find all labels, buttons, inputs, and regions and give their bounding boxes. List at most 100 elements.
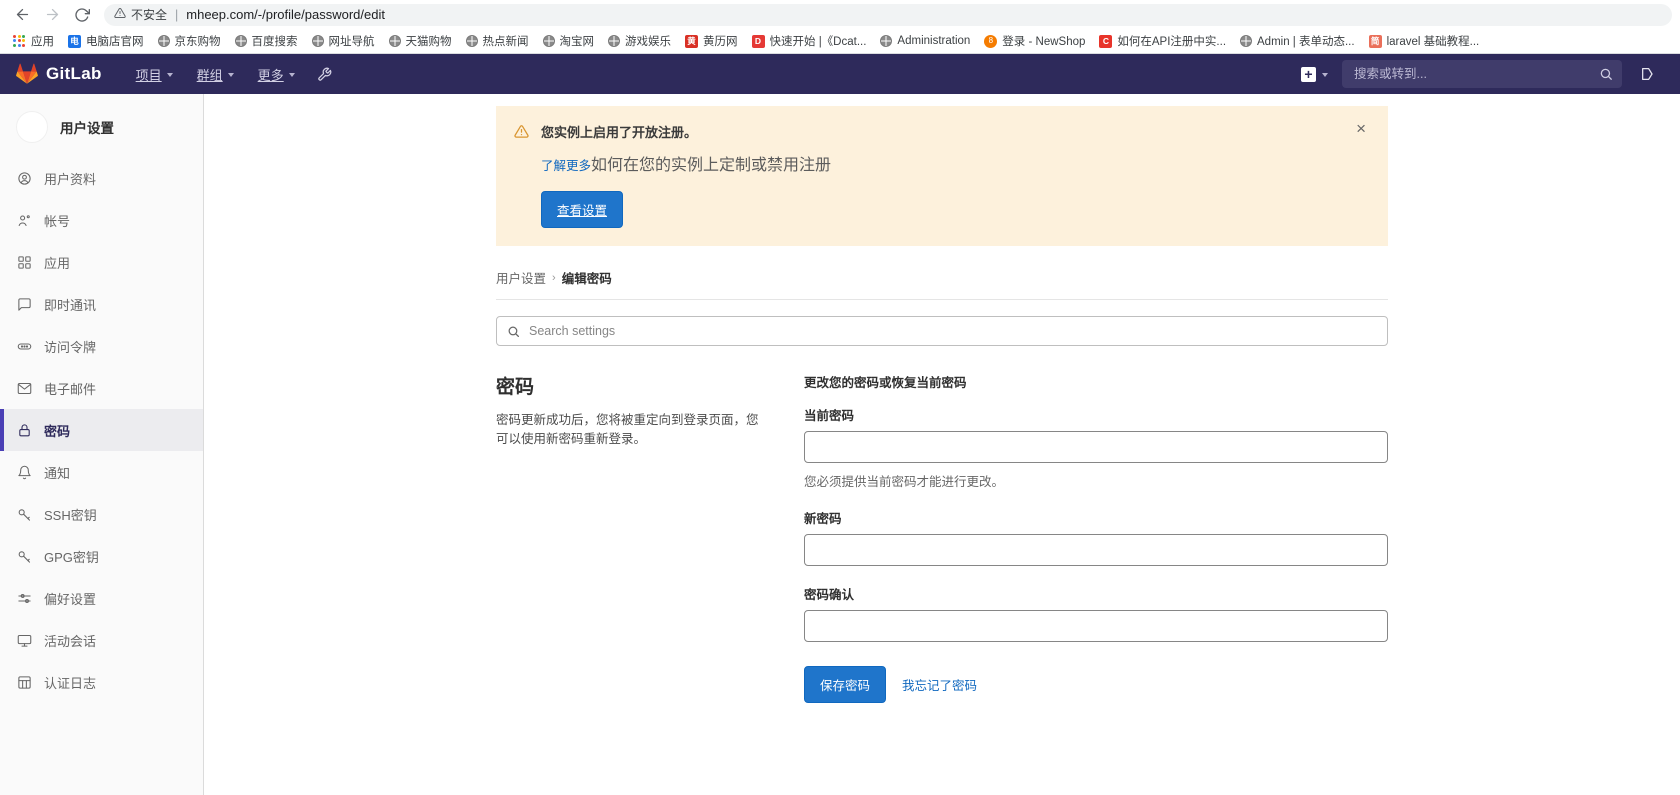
bookmark-item[interactable]: 天猫购物 bbox=[382, 31, 459, 51]
sidebar-item-5[interactable]: 电子邮件 bbox=[0, 367, 203, 409]
forward-arrow-icon[interactable] bbox=[38, 1, 66, 29]
bookmark-item[interactable]: 简 laravel 基础教程... bbox=[1362, 31, 1487, 51]
sidebar-item-0[interactable]: 用户资料 bbox=[0, 157, 203, 199]
reload-icon[interactable] bbox=[68, 1, 96, 29]
bookmark-label: 天猫购物 bbox=[405, 36, 452, 48]
bookmark-label: Admin | 表单动态... bbox=[1257, 36, 1355, 48]
sidebar-item-3[interactable]: 即时通讯 bbox=[0, 283, 203, 325]
bookmark-item[interactable]: Admin | 表单动态... bbox=[1233, 31, 1362, 51]
settings-search-box[interactable] bbox=[496, 316, 1388, 346]
field-group: 密码确认 bbox=[804, 584, 1388, 642]
form-actions: 保存密码 我忘记了密码 bbox=[804, 666, 1388, 703]
bookmark-label: 百度搜索 bbox=[251, 36, 298, 48]
current-password-field[interactable] bbox=[804, 431, 1388, 463]
globe-icon bbox=[388, 35, 401, 47]
applications-grid-icon bbox=[16, 254, 32, 270]
chevron-down-icon bbox=[288, 72, 295, 77]
back-arrow-icon[interactable] bbox=[8, 1, 36, 29]
global-search-input[interactable] bbox=[1352, 66, 1612, 82]
chevron-down-icon bbox=[227, 72, 234, 77]
alert-learn-more-link[interactable]: 了解更多 bbox=[541, 159, 591, 173]
gitlab-navbar: GitLab 项目 群组 更多 + bbox=[0, 54, 1680, 94]
bookmark-label: 登录 - NewShop bbox=[1002, 36, 1086, 48]
password-fields: 当前密码 您必须提供当前密码才能进行更改。 新密码 密码确认 bbox=[804, 405, 1388, 642]
site-icon-newshop: 8 bbox=[984, 34, 998, 48]
bookmark-item[interactable]: 热点新闻 bbox=[459, 31, 536, 51]
bookmark-item[interactable]: C 如何在API注册中实... bbox=[1092, 31, 1233, 51]
sidebar-item-1[interactable]: 帐号 bbox=[0, 199, 203, 241]
lock-icon bbox=[16, 422, 32, 438]
save-password-button[interactable]: 保存密码 bbox=[804, 666, 887, 703]
view-settings-button[interactable]: 查看设置 bbox=[541, 191, 624, 228]
bookmark-label: Administration bbox=[897, 35, 971, 47]
sidebar-item-9[interactable]: GPG密钥 bbox=[0, 535, 203, 577]
key-icon bbox=[16, 548, 32, 564]
site-icon-dcat: D bbox=[751, 34, 765, 48]
bookmark-item[interactable]: 京东购物 bbox=[151, 31, 228, 51]
nav-groups[interactable]: 群组 bbox=[185, 57, 246, 92]
bookmark-label: 淘宝网 bbox=[559, 36, 595, 48]
sidebar-item-11[interactable]: 活动会话 bbox=[0, 619, 203, 661]
sidebar-item-7[interactable]: 通知 bbox=[0, 451, 203, 493]
sidebar-item-2[interactable]: 应用 bbox=[0, 241, 203, 283]
bookmark-item[interactable]: 游戏娱乐 bbox=[601, 31, 678, 51]
site-icon-jianshu: 简 bbox=[1368, 34, 1382, 48]
new-item-dropdown[interactable]: + bbox=[1293, 61, 1336, 88]
omnibox[interactable]: 不安全 | mheep.com/-/profile/password/edit bbox=[104, 3, 1672, 26]
log-list-icon bbox=[16, 674, 32, 690]
site-icon-csdn: C bbox=[1099, 34, 1113, 48]
bookmark-item[interactable]: 网址导航 bbox=[305, 31, 382, 51]
sidebar-item-label: 访问令牌 bbox=[44, 339, 97, 355]
wrench-icon[interactable] bbox=[307, 59, 342, 90]
bookmark-item[interactable]: 黄黄历网 bbox=[678, 31, 745, 51]
forgot-password-link[interactable]: 我忘记了密码 bbox=[902, 675, 977, 694]
new-password-field[interactable] bbox=[804, 534, 1388, 566]
merge-request-icon[interactable] bbox=[1632, 59, 1664, 89]
envelope-icon bbox=[16, 380, 32, 396]
breadcrumb-parent-link[interactable]: 用户设置 bbox=[496, 268, 546, 287]
app-body: 用户设置 用户资料 帐号 应用 即时通讯 访问令牌 电子邮件 密码 通知 SSH密钥 GPG密钥偏… bbox=[0, 94, 1680, 795]
account-gear-icon bbox=[16, 212, 32, 228]
section-description: 密码更新成功后，您将被重定向到登录页面，您可以使用新密码重新登录。 bbox=[496, 413, 759, 447]
settings-sidebar: 用户设置 用户资料 帐号 应用 即时通讯 访问令牌 电子邮件 密码 通知 SSH密钥 GPG密钥偏… bbox=[0, 94, 204, 795]
sidebar-item-4[interactable]: 访问令牌 bbox=[0, 325, 203, 367]
globe-icon bbox=[465, 35, 478, 47]
sidebar-item-6[interactable]: 密码 bbox=[0, 409, 203, 451]
main-content: 您实例上启用了开放注册。 了解更多如何在您的实例上定制或禁用注册 查看设置 × … bbox=[204, 94, 1680, 795]
globe-icon bbox=[157, 35, 170, 47]
sidebar-item-12[interactable]: 认证日志 bbox=[0, 661, 203, 703]
nav-more[interactable]: 更多 bbox=[246, 57, 307, 92]
nav-projects[interactable]: 项目 bbox=[124, 57, 185, 92]
bookmark-item[interactable]: 百度搜索 bbox=[228, 31, 305, 51]
bookmark-label: 如何在API注册中实... bbox=[1117, 36, 1227, 48]
bookmark-label: laravel 基础教程... bbox=[1386, 36, 1480, 48]
settings-search-input[interactable] bbox=[527, 323, 1377, 339]
bookmark-item[interactable]: 淘宝网 bbox=[536, 31, 602, 51]
alert-title: 您实例上启用了开放注册。 bbox=[541, 125, 698, 140]
breadcrumb: 用户设置 › 编辑密码 bbox=[496, 260, 1388, 300]
bookmark-item[interactable]: Administration bbox=[873, 33, 977, 49]
sidebar-item-10[interactable]: 偏好设置 bbox=[0, 577, 203, 619]
monitor-icon bbox=[16, 632, 32, 648]
navbar-links: 项目 群组 更多 bbox=[124, 57, 307, 92]
nav-link-label: 更多 bbox=[257, 67, 284, 83]
site-icon-huangli: 黄 bbox=[685, 34, 698, 48]
bookmark-item[interactable]: D 快速开始 |《Dcat... bbox=[745, 31, 874, 51]
global-search-box[interactable] bbox=[1342, 60, 1622, 88]
bookmark-label: 热点新闻 bbox=[482, 36, 529, 48]
sidebar-item-8[interactable]: SSH密钥 bbox=[0, 493, 203, 535]
gitlab-home-link[interactable]: GitLab bbox=[16, 63, 102, 85]
field-label: 新密码 bbox=[804, 512, 842, 526]
page-title: 密码 bbox=[496, 377, 535, 398]
bookmark-item[interactable]: 电电脑店官网 bbox=[61, 31, 151, 51]
bookmark-item[interactable]: 8 登录 - NewShop bbox=[977, 31, 1092, 51]
confirm-password-field[interactable] bbox=[804, 610, 1388, 642]
close-icon[interactable]: × bbox=[1350, 119, 1372, 138]
content-wrapper: 您实例上启用了开放注册。 了解更多如何在您的实例上定制或禁用注册 查看设置 × … bbox=[496, 106, 1388, 795]
globe-icon bbox=[1240, 35, 1253, 47]
bookmark-item[interactable]: 应用 bbox=[6, 31, 61, 51]
globe-icon bbox=[608, 35, 620, 47]
sidebar-item-label: 密码 bbox=[44, 423, 71, 439]
browser-chrome: 不安全 | mheep.com/-/profile/password/edit … bbox=[0, 0, 1680, 54]
key-icon bbox=[16, 506, 32, 522]
